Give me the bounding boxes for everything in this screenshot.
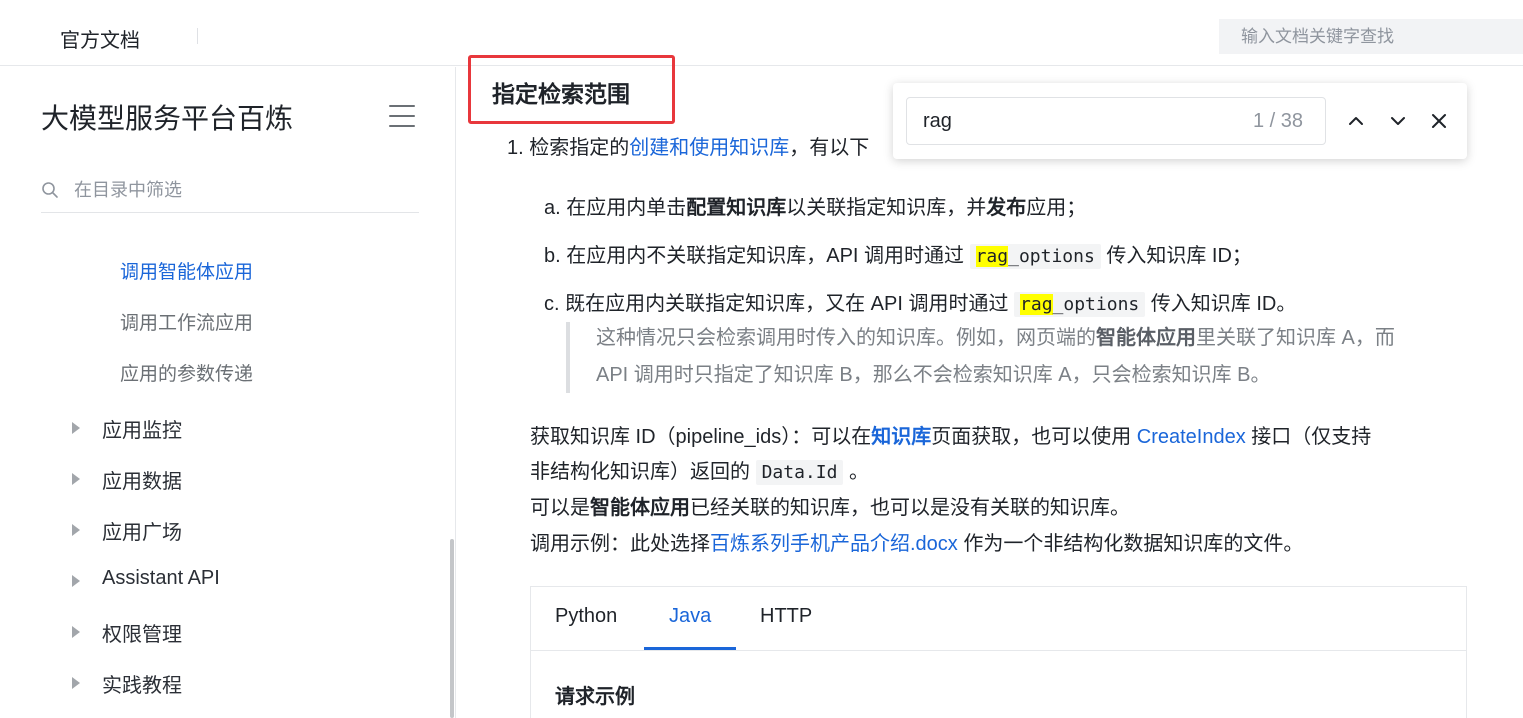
item-a-bold-publish: 发布 (986, 197, 1027, 219)
search-highlight: rag (1020, 294, 1053, 315)
menu-icon[interactable] (389, 105, 415, 127)
item-a-text-3: 应用； (1026, 197, 1087, 219)
doc-search[interactable] (1219, 19, 1523, 54)
brand-link[interactable]: 官方文档 (60, 24, 140, 53)
scope-text-2: 已经关联的知识库，也可以是没有关联的知识库。 (690, 497, 1130, 519)
item-a-text-2: 以关联指定知识库，并 (786, 197, 987, 219)
get-id-text: 获取知识库 ID（pipeline_ids）：可以在 (530, 426, 872, 448)
sidebar-group-label: 应用广场 (102, 522, 182, 544)
kb-scope-line: 可以是智能体应用已经关联的知识库，也可以是没有关联的知识库。 (530, 494, 1130, 522)
example-text: 调用示例：此处选择 (530, 533, 710, 555)
item-a-bold-config-kb: 配置知识库 (686, 197, 787, 219)
note-blockquote: 这种情况只会检索调用时传入的知识库。例如，网页端的智能体应用里关联了知识库 A，… (566, 322, 1446, 393)
tab-http-label: HTTP (760, 605, 813, 627)
find-in-page-bar: 1 / 38 (893, 83, 1467, 159)
chevron-down-icon[interactable] (1384, 107, 1412, 135)
sidebar-title: 大模型服务平台百炼 (41, 103, 294, 134)
example-text-2: 作为一个非结构化数据知识库的文件。 (957, 533, 1304, 555)
sidebar-item-invoke-agent-app[interactable]: 调用智能体应用 (120, 257, 253, 284)
item-b-text-2: 传入知识库 ID； (1100, 245, 1252, 267)
item-a-text: a. 在应用内单击 (544, 197, 687, 219)
tab-python-label: Python (555, 605, 618, 627)
item-c-code-rest: _options (1052, 294, 1140, 315)
sidebar-group-label: 实践教程 (102, 675, 182, 697)
tab-http[interactable]: HTTP (760, 587, 820, 650)
sidebar-filter-input[interactable] (74, 175, 404, 205)
create-kb-link[interactable]: 创建和使用知识库 (629, 137, 789, 159)
caret-right-icon (72, 677, 80, 689)
sidebar-group-label: 应用数据 (102, 471, 182, 493)
sidebar-group-label: 权限管理 (102, 624, 182, 646)
get-id-text-4: 非结构化知识库）返回的 (530, 461, 756, 483)
caret-right-icon (72, 626, 80, 638)
search-icon (42, 182, 58, 198)
caret-right-icon (72, 524, 80, 536)
item-b-code: rag_options (969, 244, 1101, 269)
match-counter: 1 / 38 (1252, 110, 1303, 132)
list-item-1: 1. 检索指定的创建和使用知识库，有以下 (507, 134, 869, 162)
scope-bold: 智能体应用 (590, 497, 690, 519)
find-field[interactable]: 1 / 38 (906, 97, 1326, 145)
tab-java[interactable]: Java (644, 587, 736, 650)
quote-line-2: API 调用时只指定了知识库 B，那么不会检索知识库 A，只会检索知识库 B。 (596, 364, 1271, 386)
quote-text: 这种情况只会检索调用时传入的知识库。例如，网页端的 (596, 327, 1096, 349)
list-item-1-suffix: ，有以下 (789, 137, 870, 159)
create-index-link[interactable]: CreateIndex (1137, 426, 1246, 448)
sidebar: 大模型服务平台百炼 调用智能体应用 调用工作流应用 应用的参数传递 应用监控 应… (0, 67, 456, 718)
item-c-text-2: 传入知识库 ID。 (1145, 293, 1297, 315)
sidebar-item-app-param-passing[interactable]: 应用的参数传递 (120, 359, 253, 386)
item-c-code: rag_options (1014, 292, 1146, 317)
section-title: 指定检索范围 (492, 81, 630, 107)
chevron-up-icon[interactable] (1342, 107, 1370, 135)
sidebar-item-invoke-workflow-app[interactable]: 调用工作流应用 (120, 308, 253, 335)
list-item-b: b. 在应用内不关联指定知识库，API 调用时通过 rag_options 传入… (544, 242, 1252, 271)
header-divider (197, 28, 198, 44)
code-example-panel: Python Java HTTP 请求示例 (530, 586, 1467, 718)
item-b-text: b. 在应用内不关联指定知识库，API 调用时通过 (544, 245, 970, 267)
get-kb-id-line-1: 获取知识库 ID（pipeline_ids）：可以在知识库页面获取，也可以使用 … (530, 423, 1371, 451)
main-content: 指定检索范围 1. 检索指定的创建和使用知识库，有以下 a. 在应用内单击配置知… (456, 55, 1523, 718)
data-id-code: Data.Id (755, 460, 844, 485)
example-doc-link[interactable]: 百炼系列手机产品介绍.docx (710, 533, 958, 555)
item-b-code-rest: _options (1008, 246, 1095, 267)
quote-text-2: 里关联了知识库 A，而 (1196, 327, 1395, 349)
list-item-1-text: 1. 检索指定的 (507, 137, 630, 159)
list-item-c: c. 既在应用内关联指定知识库，又在 API 调用时通过 rag_options… (544, 290, 1296, 319)
quote-line-1: 这种情况只会检索调用时传入的知识库。例如，网页端的智能体应用里关联了知识库 A，… (596, 324, 1395, 352)
sidebar-filter[interactable] (41, 171, 419, 213)
request-example-title: 请求示例 (555, 686, 635, 708)
tabs-divider (531, 650, 1466, 651)
sidebar-group-label: 应用监控 (102, 420, 182, 442)
tab-python[interactable]: Python (555, 587, 621, 650)
close-icon[interactable] (1425, 107, 1453, 135)
get-kb-id-line-2: 非结构化知识库）返回的 Data.Id 。 (530, 458, 869, 487)
tab-java-label: Java (669, 605, 712, 627)
get-id-text-3: 接口（仅支持 (1245, 426, 1372, 448)
list-item-a: a. 在应用内单击配置知识库以关联指定知识库，并发布应用； (544, 194, 1086, 222)
doc-search-input[interactable] (1219, 19, 1523, 54)
get-id-text-2: 页面获取，也可以使用 (931, 426, 1137, 448)
caret-right-icon (72, 575, 80, 587)
example-line: 调用示例：此处选择百炼系列手机产品介绍.docx 作为一个非结构化数据知识库的文… (530, 530, 1303, 558)
scope-text: 可以是 (530, 497, 590, 519)
sidebar-scrollbar[interactable] (450, 539, 454, 718)
sidebar-group-label: Assistant API (102, 567, 220, 589)
quote-bold: 智能体应用 (1096, 327, 1196, 349)
search-highlight: rag (975, 246, 1009, 267)
kb-page-link[interactable]: 知识库 (871, 426, 931, 448)
get-id-text-5: 。 (843, 461, 869, 483)
caret-right-icon (72, 422, 80, 434)
top-bar: 官方文档 (0, 0, 1523, 66)
find-input[interactable] (923, 107, 1203, 135)
item-c-text: c. 既在应用内关联指定知识库，又在 API 调用时通过 (544, 293, 1015, 315)
caret-right-icon (72, 473, 80, 485)
